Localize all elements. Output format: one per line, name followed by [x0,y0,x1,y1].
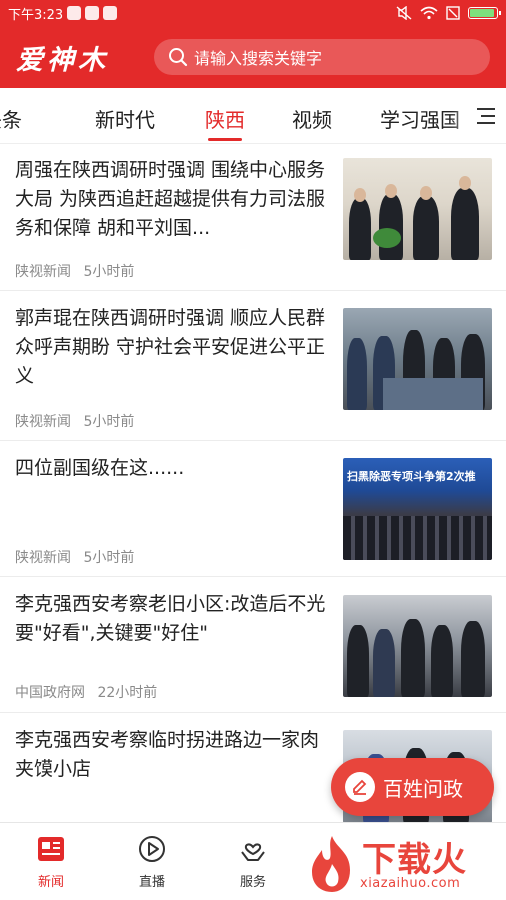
channel-tabs: 头条 新时代 陕西 视频 学习强国 [0,88,506,144]
flame-icon [312,836,350,892]
news-title: 周强在陕西调研时强调 围绕中心服务大局 为陕西追赶超越提供有力司法服务和保障 胡… [15,159,326,239]
app-logo: 爱神木 [16,44,109,76]
watermark-text: 下载火 [362,840,467,880]
news-title: 李克强西安考察临时拐进路边一家肉夹馍小店 [15,729,320,780]
public-inquiry-label: 百姓问政 [383,776,463,801]
news-title: 李克强西安考察老旧小区:改造后不光要"好看",关键要"好住" [15,593,326,644]
nav-service-label: 服务 [239,875,266,890]
nav-live[interactable]: 直播 [117,833,187,890]
thumbnail-banner-text: 扫黑除恶专项斗争第2次推 [347,470,476,483]
news-icon [16,833,86,865]
tab-new-era[interactable]: 新时代 [95,104,155,133]
menu-icon [477,108,495,124]
tab-shaanxi[interactable]: 陕西 [205,104,245,133]
news-time: 5小时前 [83,550,135,566]
news-item[interactable]: 四位副国级在这...... 陕视新闻 5小时前 扫黑除恶专项斗争第2次推 [0,441,506,577]
search-input[interactable]: 请输入搜索关键字 [154,39,490,75]
channel-menu-button[interactable] [466,88,506,143]
service-icon [218,833,288,865]
news-thumbnail [343,595,492,697]
news-meta: 陕视新闻 5小时前 [15,261,134,281]
notification-app-icon [103,6,118,20]
news-item[interactable]: 郭声琨在陕西调研时强调 顺应人民群众呼声期盼 守护社会平安促进公平正义 陕视新闻… [0,291,506,441]
news-title: 四位副国级在这...... [15,457,185,479]
news-thumbnail: 扫黑除恶专项斗争第2次推 [343,458,492,560]
news-meta: 陕视新闻 5小时前 [15,411,134,431]
nav-news[interactable]: 新闻 [16,833,86,890]
news-item[interactable]: 周强在陕西调研时强调 围绕中心服务大局 为陕西追赶超越提供有力司法服务和保障 胡… [0,145,506,291]
tab-video[interactable]: 视频 [292,104,332,133]
news-title: 郭声琨在陕西调研时强调 顺应人民群众呼声期盼 守护社会平安促进公平正义 [15,307,326,387]
news-meta: 中国政府网 22小时前 [15,682,157,702]
news-thumbnail [343,158,492,260]
search-placeholder: 请输入搜索关键字 [194,49,323,68]
notification-app-icon [67,6,82,20]
news-source: 中国政府网 [15,685,85,701]
public-inquiry-button[interactable]: 百姓问政 [331,758,494,816]
nav-live-label: 直播 [138,875,165,890]
nav-news-label: 新闻 [37,875,64,890]
notification-app-icon [85,6,100,20]
active-tab-indicator [208,138,242,141]
news-item[interactable]: 李克强西安考察老旧小区:改造后不光要"好看",关键要"好住" 中国政府网 22小… [0,577,506,713]
news-time: 22小时前 [97,685,158,701]
status-time: 下午3:23 [8,7,64,23]
tab-headlines[interactable]: 头条 [0,104,22,133]
edit-icon [345,772,375,802]
news-time: 5小时前 [83,414,135,430]
watermark-logo: 下载火 xiazaihuo.com [300,830,506,900]
news-meta: 陕视新闻 5小时前 [15,547,134,567]
sim-icon [446,6,460,20]
play-icon [117,833,187,865]
watermark-url: xiazaihuo.com [360,876,461,891]
news-time: 5小时前 [83,264,135,280]
tab-xuexi[interactable]: 学习强国 [380,104,460,133]
search-icon [169,48,188,67]
app-header: 爱神木 请输入搜索关键字 [0,26,506,88]
nav-service[interactable]: 服务 [218,833,288,890]
mute-icon [396,6,412,20]
wifi-icon [420,6,438,20]
status-bar: 下午3:23 [0,0,506,26]
news-source: 陕视新闻 [15,264,71,280]
news-source: 陕视新闻 [15,414,71,430]
battery-icon [468,7,501,19]
news-thumbnail [343,308,492,410]
news-source: 陕视新闻 [15,550,71,566]
